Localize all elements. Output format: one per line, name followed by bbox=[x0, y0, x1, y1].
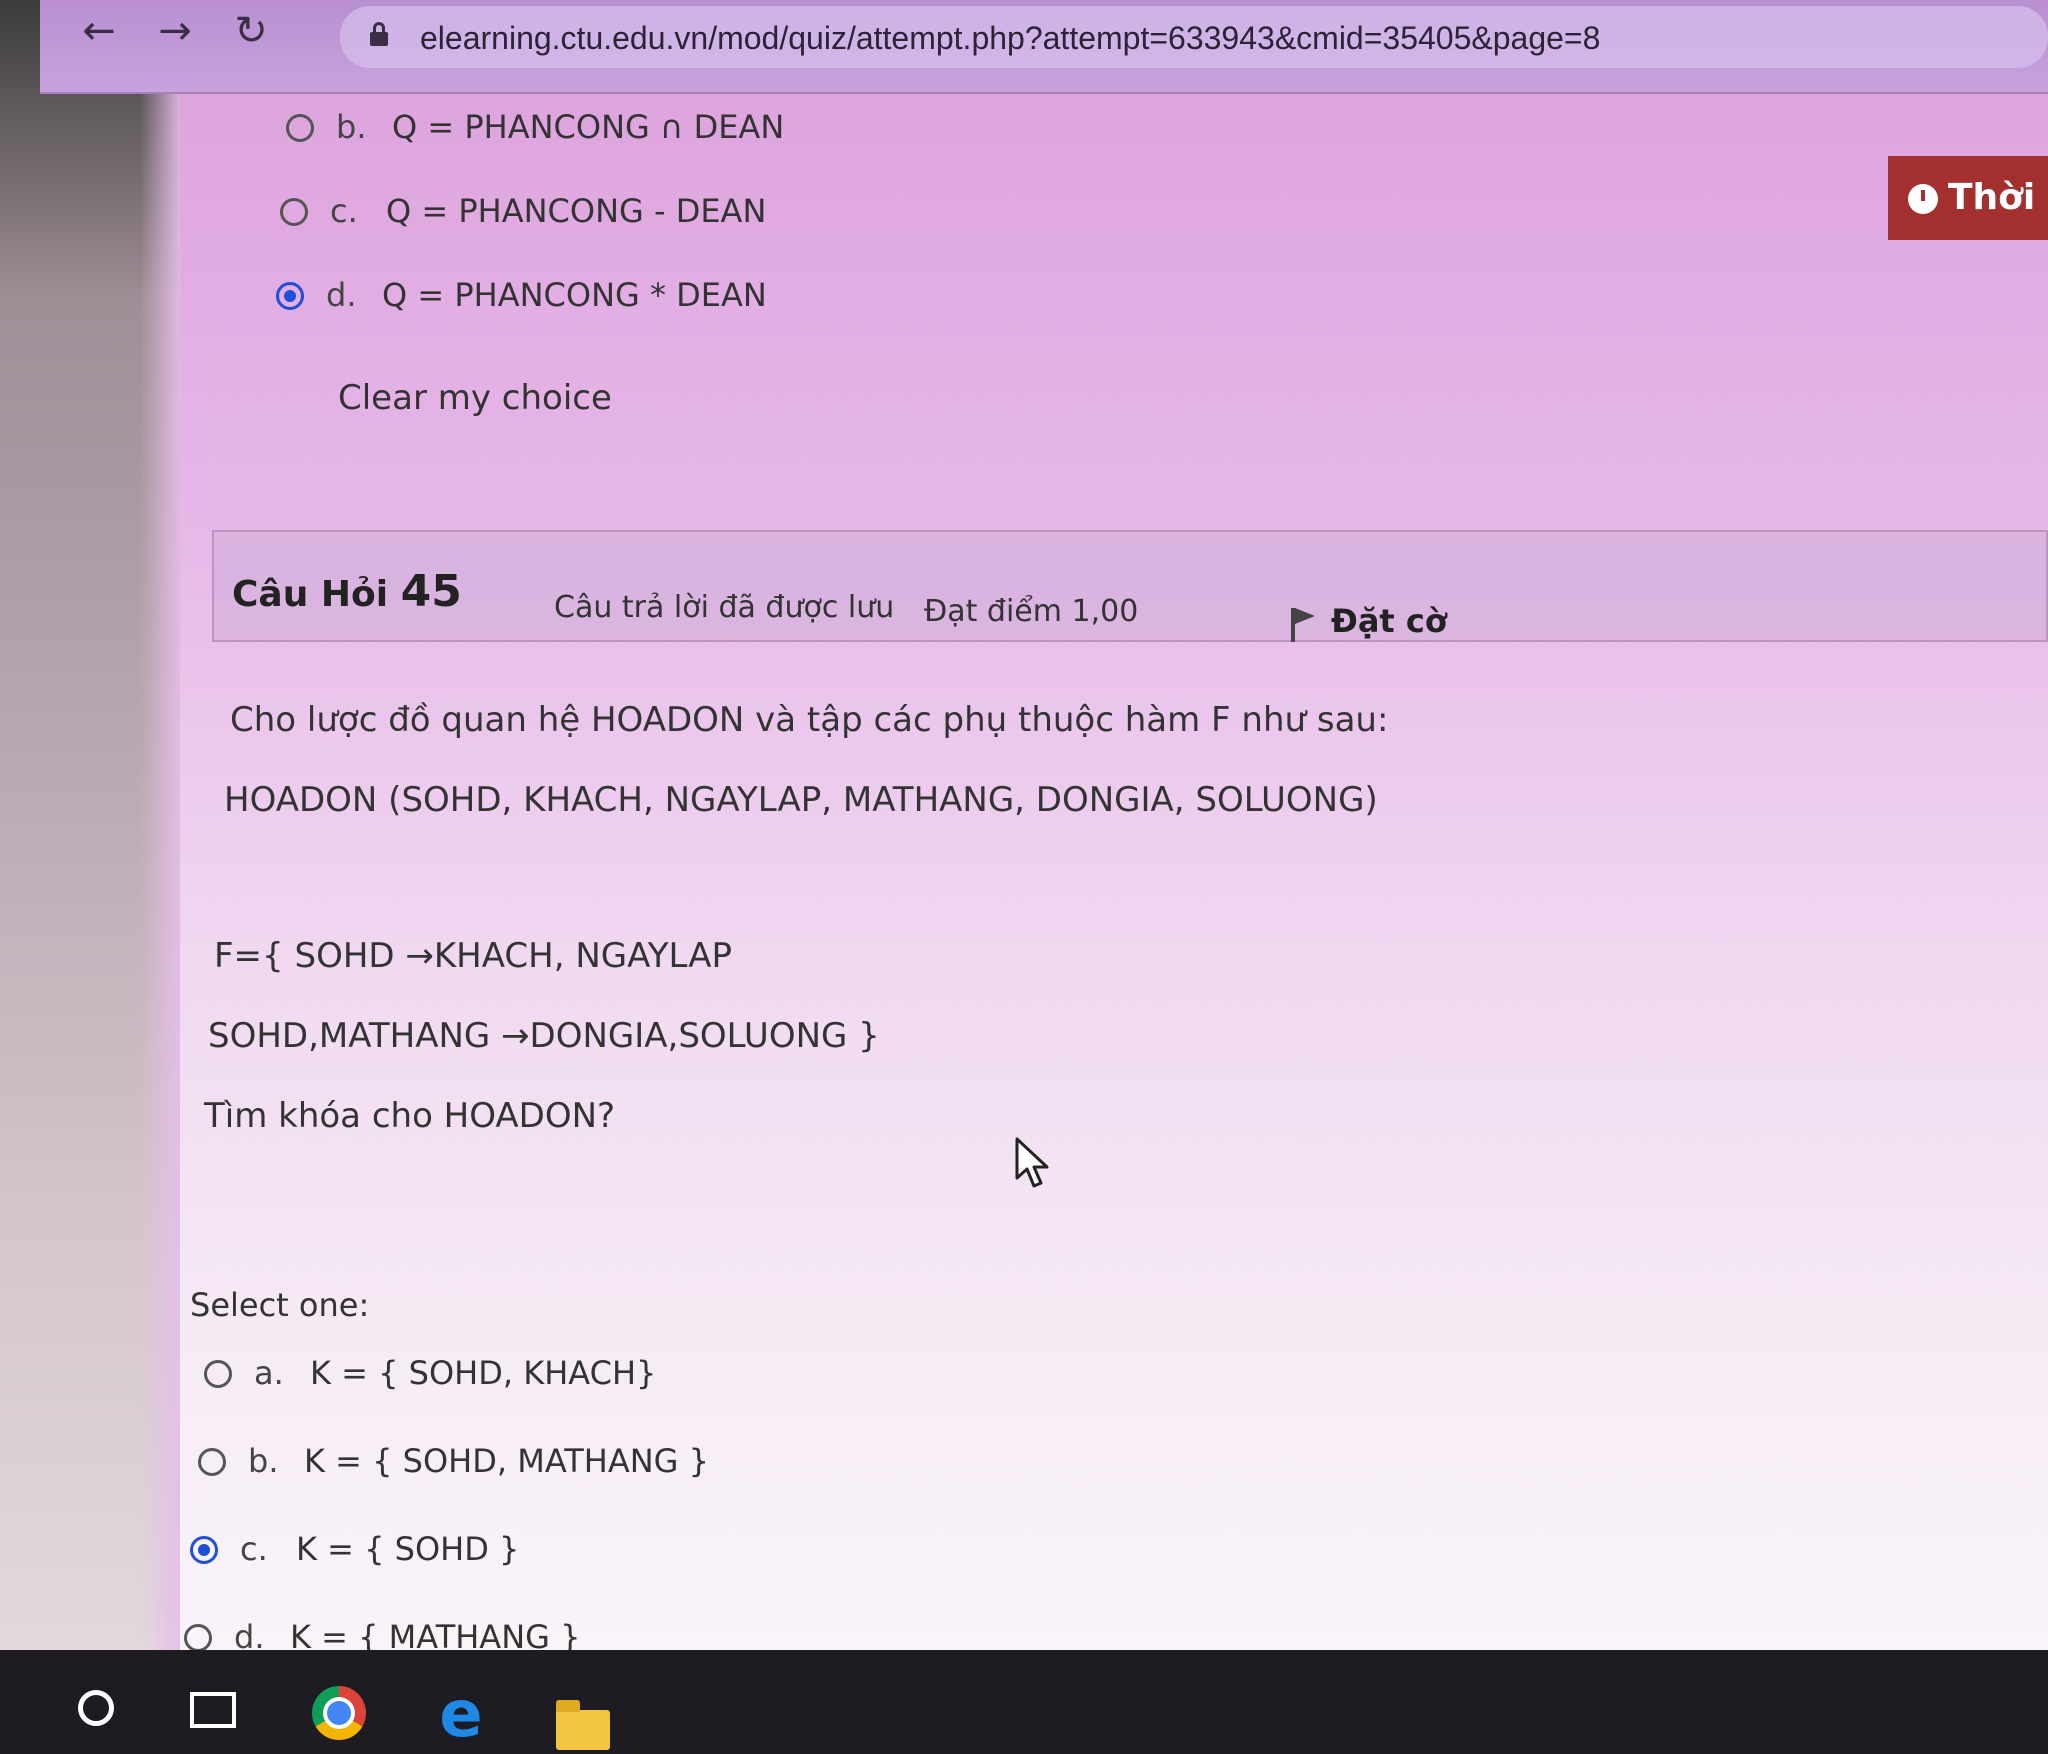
question-state: Câu trả lời đã được lưu bbox=[554, 590, 895, 625]
mouse-cursor-icon bbox=[1015, 1137, 1049, 1188]
back-arrow-icon[interactable]: ← bbox=[74, 6, 124, 56]
radio-button[interactable] bbox=[184, 1624, 212, 1652]
reload-icon[interactable]: ↻ bbox=[226, 6, 276, 56]
radio-button[interactable] bbox=[280, 198, 308, 226]
clock-icon bbox=[1908, 184, 1938, 214]
question-text-line: Cho lược đồ quan hệ HOADON và tập các ph… bbox=[230, 700, 1389, 740]
question-label: Câu Hỏi 45 bbox=[232, 566, 462, 617]
quiz-timer: Thời bbox=[1888, 156, 2048, 240]
radio-button-selected[interactable] bbox=[276, 282, 304, 310]
radio-button[interactable] bbox=[204, 1360, 232, 1388]
option-text: Q = PHANCONG ∩ DEAN bbox=[392, 108, 785, 146]
radio-button[interactable] bbox=[198, 1448, 226, 1476]
url-text: elearning.ctu.edu.vn/mod/quiz/attempt.ph… bbox=[420, 20, 1601, 56]
option-letter: d. bbox=[326, 276, 357, 314]
browser-toolbar: ← → ↻ elearning.ctu.edu.vn/mod/quiz/atte… bbox=[40, 0, 2048, 94]
option-text: K = { SOHD } bbox=[296, 1530, 520, 1568]
search-circle-icon[interactable] bbox=[78, 1690, 114, 1726]
forward-arrow-icon[interactable]: → bbox=[150, 6, 200, 56]
question-number: 45 bbox=[400, 566, 462, 617]
option-text: Q = PHANCONG * DEAN bbox=[382, 276, 767, 314]
question-label-text: Câu Hỏi bbox=[232, 574, 389, 615]
option-text: Q = PHANCONG - DEAN bbox=[386, 192, 767, 230]
question-text-line: F={ SOHD →KHACH, NGAYLAP bbox=[214, 936, 732, 976]
question-text-line: Tìm khóa cho HOADON? bbox=[204, 1096, 616, 1136]
address-bar[interactable]: elearning.ctu.edu.vn/mod/quiz/attempt.ph… bbox=[340, 6, 2048, 68]
question-text-line: HOADON (SOHD, KHACH, NGAYLAP, MATHANG, D… bbox=[224, 780, 1378, 820]
windows-taskbar bbox=[0, 1650, 2048, 1754]
option-text: K = { SOHD, MATHANG } bbox=[304, 1442, 709, 1480]
radio-button-selected[interactable] bbox=[190, 1536, 218, 1564]
option-letter: c. bbox=[330, 192, 358, 230]
option-letter: b. bbox=[248, 1442, 279, 1480]
timer-label: Thời bbox=[1948, 177, 2036, 218]
option-letter: b. bbox=[336, 108, 367, 146]
flag-icon bbox=[1289, 606, 1317, 642]
chrome-icon[interactable] bbox=[312, 1686, 366, 1740]
flag-question-button[interactable]: Đặt cờ bbox=[1289, 602, 1447, 642]
question-text-line: SOHD,MATHANG →DONGIA,SOLUONG } bbox=[208, 1016, 880, 1056]
option-letter: c. bbox=[240, 1530, 268, 1568]
option-text: K = { SOHD, KHACH} bbox=[310, 1354, 657, 1392]
question-grade: Đạt điểm 1,00 bbox=[924, 594, 1139, 629]
file-explorer-icon[interactable] bbox=[556, 1700, 610, 1750]
edge-icon[interactable]: e bbox=[434, 1683, 488, 1747]
flag-label: Đặt cờ bbox=[1331, 602, 1447, 640]
radio-button[interactable] bbox=[286, 114, 314, 142]
left-desk-background bbox=[0, 0, 180, 1660]
question-info-bar: Câu Hỏi 45 Câu trả lời đã được lưu Đạt đ… bbox=[212, 530, 2048, 642]
select-one-label: Select one: bbox=[190, 1286, 370, 1324]
clear-choice-link[interactable]: Clear my choice bbox=[338, 378, 612, 418]
option-letter: a. bbox=[254, 1354, 284, 1392]
task-view-icon[interactable] bbox=[190, 1692, 236, 1728]
lock-icon bbox=[370, 22, 388, 46]
